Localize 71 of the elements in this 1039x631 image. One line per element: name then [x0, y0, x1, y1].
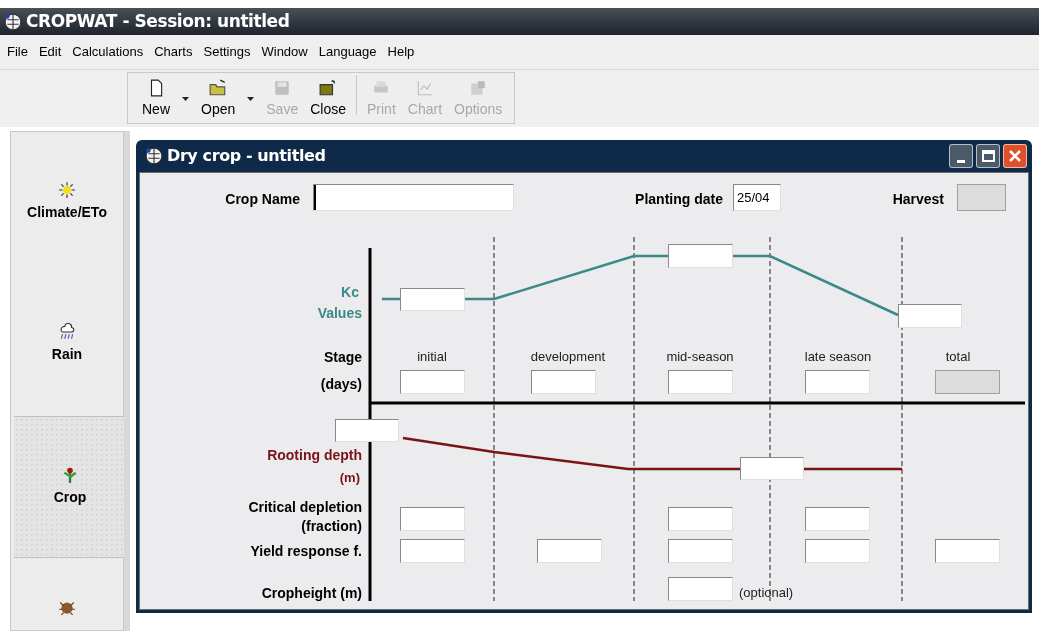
- stage-label: development: [530, 348, 606, 366]
- kc-label: Kc: [341, 283, 359, 302]
- close-button[interactable]: [1003, 144, 1027, 168]
- input-field[interactable]: [400, 539, 465, 563]
- globe-icon: [145, 147, 163, 165]
- input-field[interactable]: [805, 507, 870, 531]
- field-label: Critical depletion: [248, 498, 362, 517]
- input-field[interactable]: 25/04: [733, 184, 781, 211]
- menu-item[interactable]: Settings: [203, 42, 251, 62]
- field-label: (fraction): [301, 517, 362, 536]
- maximize-icon: [981, 150, 995, 162]
- folder-icon: [209, 79, 228, 97]
- menu-item[interactable]: Charts: [154, 42, 193, 62]
- input-field[interactable]: [400, 288, 465, 311]
- minimize-icon: [957, 160, 965, 163]
- stage-label: late season: [804, 348, 872, 366]
- rain-cloud-icon: [58, 322, 76, 341]
- menu-item[interactable]: Help: [387, 42, 415, 62]
- folder-icon: [319, 79, 338, 97]
- field-label: Yield response f.: [250, 542, 362, 561]
- window-title: CROPWAT - Session: untitled: [26, 9, 290, 33]
- sun-icon: [58, 180, 76, 199]
- input-field[interactable]: [335, 419, 399, 442]
- sidebar-item[interactable]: Rain: [11, 271, 123, 416]
- field-label: (days): [320, 375, 362, 394]
- toolbar-button[interactable]: New: [136, 79, 176, 117]
- globe-icon: [4, 12, 22, 31]
- field-label: Harvest: [892, 190, 944, 209]
- input-field[interactable]: [805, 539, 870, 563]
- close-icon: [1008, 149, 1022, 163]
- input-field[interactable]: [898, 304, 962, 328]
- dropdown-arrow-icon[interactable]: [182, 97, 189, 101]
- input-field[interactable]: [668, 370, 733, 394]
- chart-icon: [415, 79, 434, 97]
- input-field[interactable]: [531, 370, 596, 394]
- minimize-button[interactable]: [949, 144, 973, 168]
- toolbar-button[interactable]: Close: [304, 79, 352, 117]
- input-field[interactable]: [805, 370, 870, 394]
- stage-label: initial: [417, 348, 447, 366]
- sidebar-item[interactable]: Climate/ETo: [11, 132, 123, 272]
- input-field[interactable]: [668, 539, 733, 563]
- input-field[interactable]: [935, 539, 1000, 563]
- field-label: Crop Name: [225, 190, 300, 209]
- rooting-depth-label: (m): [339, 469, 360, 487]
- rooting-depth-label: Rooting depth: [267, 446, 362, 465]
- menu-item[interactable]: File: [7, 42, 28, 62]
- stage-label: total: [945, 348, 971, 366]
- field-label: Cropheight (m): [261, 584, 362, 603]
- sidebar-item[interactable]: Crop: [14, 415, 126, 559]
- input-field[interactable]: [313, 184, 514, 211]
- input-field[interactable]: [668, 507, 733, 531]
- kc-label: Values: [317, 304, 362, 323]
- plant-icon: [61, 465, 79, 484]
- menu-item[interactable]: Calculations: [72, 42, 144, 62]
- menu-item[interactable]: Language: [318, 42, 377, 62]
- dropdown-arrow-icon[interactable]: [247, 97, 255, 101]
- window-title: Dry crop - untitled: [167, 145, 326, 167]
- input-field[interactable]: [668, 244, 733, 268]
- input-field[interactable]: [668, 577, 733, 601]
- field-label: Stage: [323, 348, 362, 367]
- toolbar-button[interactable]: Open: [195, 79, 242, 117]
- menu-item[interactable]: Edit: [38, 42, 62, 62]
- input-field[interactable]: [740, 457, 804, 480]
- stage-label: mid-season: [666, 348, 734, 366]
- input-field[interactable]: [400, 507, 465, 531]
- input-field[interactable]: [537, 539, 602, 563]
- field-label: Planting date: [635, 190, 723, 209]
- menu-item[interactable]: Window: [261, 42, 308, 62]
- input-field[interactable]: [400, 370, 465, 394]
- note-text: (optional): [739, 584, 794, 602]
- maximize-button[interactable]: [976, 144, 1000, 168]
